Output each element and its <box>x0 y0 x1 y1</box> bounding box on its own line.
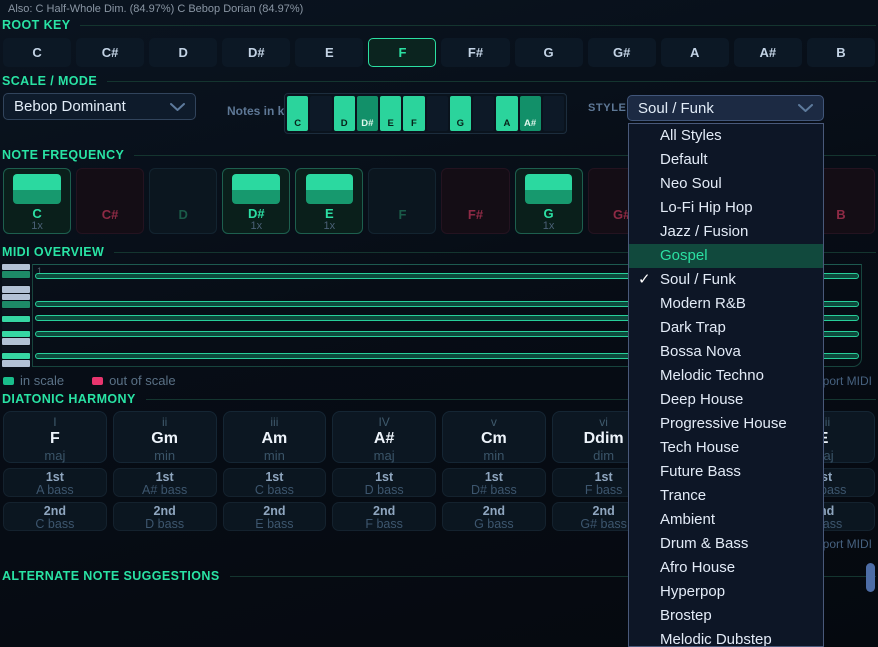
scale-mode-value: Bebop Dominant <box>14 98 126 115</box>
style-option-jazz-fusion[interactable]: Jazz / Fusion <box>629 220 823 244</box>
inversion-2nd-i[interactable]: 2nd C bass <box>3 502 107 531</box>
style-option-bossa-nova[interactable]: Bossa Nova <box>629 340 823 364</box>
root-key-f-sharp[interactable]: F# <box>441 38 509 67</box>
style-option-soul-funk-checked[interactable]: ✓Soul / Funk <box>629 268 823 292</box>
frequency-meter <box>525 174 573 204</box>
note-freq-card-d-sharp[interactable]: D# 1x <box>222 168 290 234</box>
frequency-meter <box>306 174 354 204</box>
inversion-1st-ii[interactable]: 1st A# bass <box>113 468 217 497</box>
style-option-ambient[interactable]: Ambient <box>629 508 823 532</box>
note-freq-card-f[interactable]: F <box>368 168 436 234</box>
style-label: STYLE <box>588 102 626 114</box>
piano-key-e: E <box>380 96 401 131</box>
notes-in-key-piano: C D D# E F G A A# <box>284 93 567 134</box>
also-scale-suggestions: Also: C Half-Whole Dim. (84.97%) C Bebop… <box>0 0 878 17</box>
root-key-g[interactable]: G <box>515 38 583 67</box>
style-value: Soul / Funk <box>638 100 714 117</box>
section-scale-mode: SCALE / MODE <box>0 73 878 89</box>
scale-mode-dropdown[interactable]: Bebop Dominant <box>3 93 196 120</box>
inversion-2nd-ii[interactable]: 2nd D bass <box>113 502 217 531</box>
section-title: MIDI OVERVIEW <box>2 245 104 259</box>
inversion-1st-iii[interactable]: 1st C bass <box>223 468 327 497</box>
style-option-all-styles[interactable]: All Styles <box>629 124 823 148</box>
chevron-down-icon <box>798 104 813 112</box>
checkmark-icon: ✓ <box>638 268 651 292</box>
mini-piano-keyboard <box>2 264 30 367</box>
root-key-d-sharp[interactable]: D# <box>222 38 290 67</box>
piano-key-c-sharp <box>310 96 331 131</box>
chord-card-iii[interactable]: iii Am min <box>223 411 327 463</box>
note-freq-card-c[interactable]: C 1x <box>3 168 71 234</box>
root-key-c-sharp[interactable]: C# <box>76 38 144 67</box>
root-key-e[interactable]: E <box>295 38 363 67</box>
style-option-progressive-house[interactable]: Progressive House <box>629 412 823 436</box>
frequency-meter <box>13 174 61 204</box>
in-scale-swatch <box>3 377 14 385</box>
style-option-modern-rnb[interactable]: Modern R&B <box>629 292 823 316</box>
style-option-dark-trap[interactable]: Dark Trap <box>629 316 823 340</box>
piano-key-d: D <box>334 96 355 131</box>
in-scale-label: in scale <box>20 373 64 388</box>
inversion-2nd-iv[interactable]: 2nd F bass <box>332 502 436 531</box>
style-option-lo-fi-hip-hop[interactable]: Lo-Fi Hip Hop <box>629 196 823 220</box>
style-option-brostep[interactable]: Brostep <box>629 604 823 628</box>
piano-key-b <box>543 96 564 131</box>
style-option-gospel-highlighted[interactable]: Gospel <box>629 244 823 268</box>
style-option-default[interactable]: Default <box>629 148 823 172</box>
piano-key-f-sharp <box>427 96 448 131</box>
style-option-melodic-techno[interactable]: Melodic Techno <box>629 364 823 388</box>
style-dropdown-panel: All Styles Default Neo Soul Lo-Fi Hip Ho… <box>628 123 824 647</box>
root-key-c[interactable]: C <box>3 38 71 67</box>
piano-key-d-sharp: D# <box>357 96 378 131</box>
chevron-down-icon <box>170 103 185 111</box>
section-title: SCALE / MODE <box>2 74 97 88</box>
root-key-b[interactable]: B <box>807 38 875 67</box>
piano-key-a: A <box>496 96 517 131</box>
style-option-melodic-dubstep[interactable]: Melodic Dubstep <box>629 628 823 647</box>
note-freq-card-e[interactable]: E 1x <box>295 168 363 234</box>
root-key-g-sharp[interactable]: G# <box>588 38 656 67</box>
inversion-1st-i[interactable]: 1st A bass <box>3 468 107 497</box>
section-title: NOTE FREQUENCY <box>2 148 124 162</box>
style-option-afro-house[interactable]: Afro House <box>629 556 823 580</box>
inversion-1st-v[interactable]: 1st D# bass <box>442 468 546 497</box>
style-dropdown[interactable]: Soul / Funk <box>627 95 824 121</box>
style-option-neo-soul[interactable]: Neo Soul <box>629 172 823 196</box>
note-freq-card-d[interactable]: D <box>149 168 217 234</box>
scrollbar-thumb[interactable] <box>866 563 875 592</box>
frequency-meter <box>232 174 280 204</box>
piano-key-g-sharp <box>473 96 494 131</box>
section-title: DIATONIC HARMONY <box>2 392 136 406</box>
out-of-scale-label: out of scale <box>109 373 176 388</box>
note-freq-card-c-sharp[interactable]: C# <box>76 168 144 234</box>
piano-key-g: G <box>450 96 471 131</box>
section-title: ALTERNATE NOTE SUGGESTIONS <box>2 569 220 583</box>
style-option-drum-and-bass[interactable]: Drum & Bass <box>629 532 823 556</box>
section-root-key: ROOT KEY <box>0 17 878 33</box>
inversion-2nd-iii[interactable]: 2nd E bass <box>223 502 327 531</box>
root-key-a[interactable]: A <box>661 38 729 67</box>
style-option-deep-house[interactable]: Deep House <box>629 388 823 412</box>
inversion-1st-iv[interactable]: 1st D bass <box>332 468 436 497</box>
style-option-tech-house[interactable]: Tech House <box>629 436 823 460</box>
chord-card-ii[interactable]: ii Gm min <box>113 411 217 463</box>
chord-card-v[interactable]: v Cm min <box>442 411 546 463</box>
piano-key-a-sharp: A# <box>520 96 541 131</box>
root-key-f-selected[interactable]: F <box>368 38 436 67</box>
root-key-row: C C# D D# E F F# G G# A A# B <box>0 33 878 73</box>
style-option-future-bass[interactable]: Future Bass <box>629 460 823 484</box>
style-option-trance[interactable]: Trance <box>629 484 823 508</box>
note-freq-card-f-sharp[interactable]: F# <box>441 168 509 234</box>
section-title: ROOT KEY <box>2 18 70 32</box>
root-key-d[interactable]: D <box>149 38 217 67</box>
chord-card-iv[interactable]: IV A# maj <box>332 411 436 463</box>
note-freq-card-g[interactable]: G 1x <box>515 168 583 234</box>
piano-key-c: C <box>287 96 308 131</box>
inversion-2nd-v[interactable]: 2nd G bass <box>442 502 546 531</box>
style-option-hyperpop[interactable]: Hyperpop <box>629 580 823 604</box>
piano-key-f: F <box>403 96 424 131</box>
root-key-a-sharp[interactable]: A# <box>734 38 802 67</box>
out-of-scale-swatch <box>92 377 103 385</box>
chord-card-i[interactable]: I F maj <box>3 411 107 463</box>
